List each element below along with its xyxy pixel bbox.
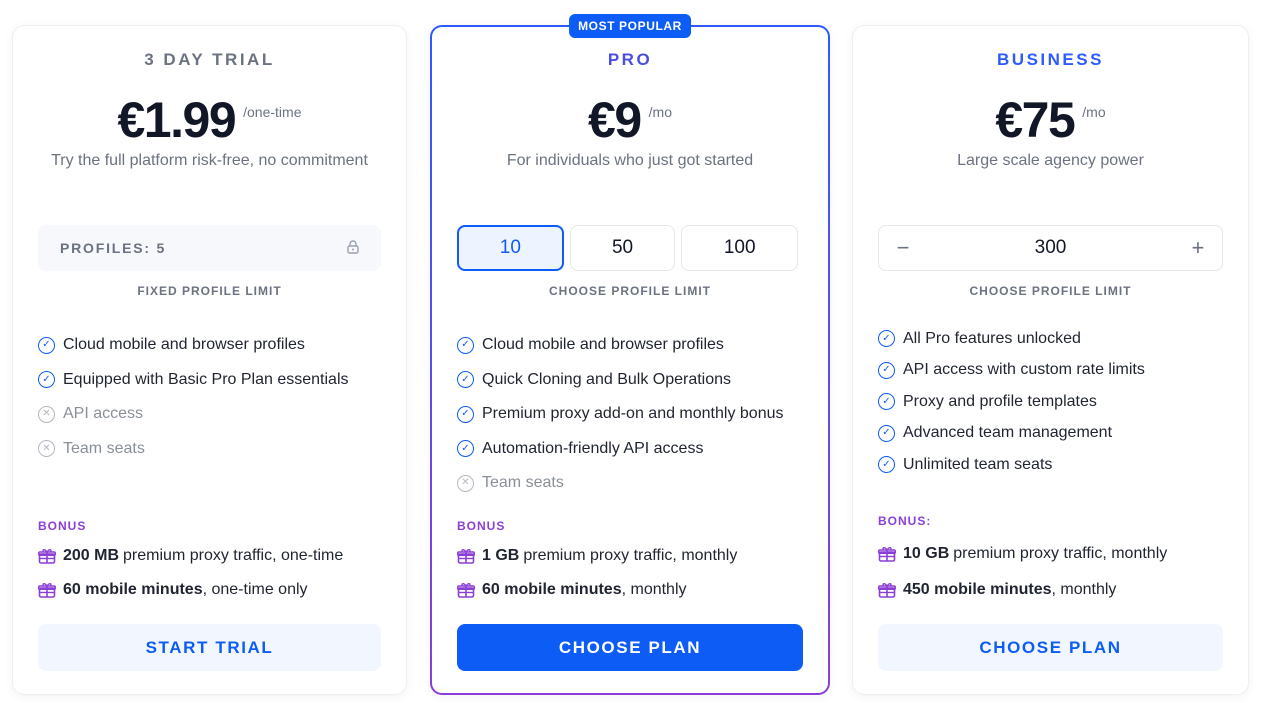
- feature-item: ✓ All Pro features unlocked: [878, 323, 1228, 355]
- feature-item: ✕ Team seats: [38, 432, 386, 467]
- bonus-title: BONUS: [457, 519, 506, 533]
- price: €9: [588, 92, 642, 148]
- feature-list: ✓ Cloud mobile and browser profiles ✓ Equi…: [38, 328, 386, 466]
- check-icon: ✓: [878, 330, 895, 348]
- gift-icon: [38, 548, 56, 564]
- plan-name: 3 DAY TRIAL: [144, 50, 275, 69]
- bonus-title: BONUS:: [878, 514, 932, 528]
- x-circle-icon: ✕: [38, 405, 55, 423]
- x-circle-icon: ✕: [38, 440, 55, 458]
- feature-list: ✓ All Pro features unlocked ✓ API access w…: [878, 323, 1228, 481]
- check-icon: ✓: [457, 440, 474, 458]
- check-icon: ✓: [878, 393, 895, 411]
- price-period: /one-time: [243, 104, 302, 120]
- profile-option-10[interactable]: 10: [457, 225, 564, 271]
- bonus-list: 200 MB premium proxy traffic, one-time 60…: [38, 539, 386, 607]
- feature-item: ✓ API access with custom rate limits: [878, 355, 1228, 387]
- plan-name: PRO: [607, 50, 653, 69]
- price: €75: [995, 92, 1075, 148]
- bonus-item: 60 mobile minutes, monthly: [457, 573, 808, 607]
- minus-icon[interactable]: −: [893, 235, 913, 261]
- gift-icon: [38, 582, 56, 598]
- feature-item: ✕ API access: [38, 397, 386, 432]
- choose-plan-business-button[interactable]: CHOOSE PLAN: [878, 624, 1223, 671]
- feature-item: ✓ Automation-friendly API access: [457, 432, 808, 467]
- plan-card-pro: MOST POPULAR PRO €9 /mo For individuals …: [430, 14, 830, 695]
- check-icon: ✓: [38, 371, 55, 389]
- check-icon: ✓: [878, 361, 895, 379]
- feature-item: ✓ Quick Cloning and Bulk Operations: [457, 363, 808, 398]
- limit-caption: FIXED PROFILE LIMIT: [137, 284, 282, 298]
- start-trial-button[interactable]: START TRIAL: [38, 624, 381, 671]
- gift-icon: [457, 582, 475, 598]
- bonus-list: 10 GB premium proxy traffic, monthly 450 …: [878, 536, 1228, 608]
- bonus-item: 200 MB premium proxy traffic, one-time: [38, 539, 386, 573]
- plan-description: Try the full platform risk-free, no comm…: [51, 152, 368, 169]
- profile-limit-display: PROFILES: 5: [38, 225, 381, 271]
- bonus-title: BONUS: [38, 519, 87, 533]
- plan-description: Large scale agency power: [957, 152, 1144, 169]
- profile-limit-stepper: − 300 +: [878, 225, 1223, 271]
- gift-icon: [878, 546, 896, 562]
- bonus-item: 60 mobile minutes, one-time only: [38, 573, 386, 607]
- feature-item: ✓ Cloud mobile and browser profiles: [457, 328, 808, 363]
- feature-item: ✓ Equipped with Basic Pro Plan essentials: [38, 363, 386, 398]
- bonus-item: 450 mobile minutes, monthly: [878, 572, 1228, 608]
- check-icon: ✓: [38, 336, 55, 354]
- price-period: /mo: [1082, 104, 1106, 120]
- check-icon: ✓: [878, 456, 895, 474]
- plan-card-trial: 3 DAY TRIAL €1.99 /one-time Try the full…: [12, 25, 407, 695]
- price-period: /mo: [648, 104, 672, 120]
- bonus-list: 1 GB premium proxy traffic, monthly 60 mo…: [457, 539, 808, 607]
- check-icon: ✓: [457, 336, 474, 354]
- check-icon: ✓: [457, 371, 474, 389]
- feature-item: ✕ Team seats: [457, 466, 808, 501]
- feature-item: ✓ Unlimited team seats: [878, 449, 1228, 481]
- feature-item: ✓ Premium proxy add-on and monthly bonus: [457, 397, 808, 432]
- check-icon: ✓: [878, 424, 895, 442]
- x-circle-icon: ✕: [457, 474, 474, 492]
- profile-option-50[interactable]: 50: [569, 225, 676, 271]
- price-row: €1.99 /one-time: [13, 90, 406, 150]
- profile-option-100[interactable]: 100: [681, 225, 798, 271]
- gift-icon: [878, 582, 896, 598]
- plan-description: For individuals who just got started: [506, 152, 754, 169]
- plus-icon[interactable]: +: [1188, 235, 1208, 261]
- price-row: €75 /mo: [853, 90, 1248, 150]
- limit-caption: CHOOSE PROFILE LIMIT: [548, 284, 711, 298]
- gift-icon: [457, 548, 475, 564]
- plan-name: BUSINESS: [997, 50, 1104, 69]
- lock-icon: [347, 239, 359, 257]
- most-popular-badge: MOST POPULAR: [569, 14, 691, 38]
- bonus-item: 10 GB premium proxy traffic, monthly: [878, 536, 1228, 572]
- profile-limit-options: 10 50 100: [457, 225, 798, 271]
- profiles-label: PROFILES: 5: [60, 240, 167, 256]
- feature-item: ✓ Advanced team management: [878, 418, 1228, 450]
- plan-card-business: BUSINESS €75 /mo Large scale agency powe…: [852, 25, 1249, 695]
- stepper-value[interactable]: 300: [1035, 237, 1067, 259]
- price: €1.99: [117, 92, 237, 148]
- feature-item: ✓ Cloud mobile and browser profiles: [38, 328, 386, 363]
- feature-list: ✓ Cloud mobile and browser profiles ✓ Quic…: [457, 328, 808, 501]
- price-row: €9 /mo: [432, 90, 828, 150]
- limit-caption: CHOOSE PROFILE LIMIT: [969, 284, 1132, 298]
- check-icon: ✓: [457, 405, 474, 423]
- feature-item: ✓ Proxy and profile templates: [878, 386, 1228, 418]
- choose-plan-pro-button[interactable]: CHOOSE PLAN: [457, 624, 803, 671]
- bonus-item: 1 GB premium proxy traffic, monthly: [457, 539, 808, 573]
